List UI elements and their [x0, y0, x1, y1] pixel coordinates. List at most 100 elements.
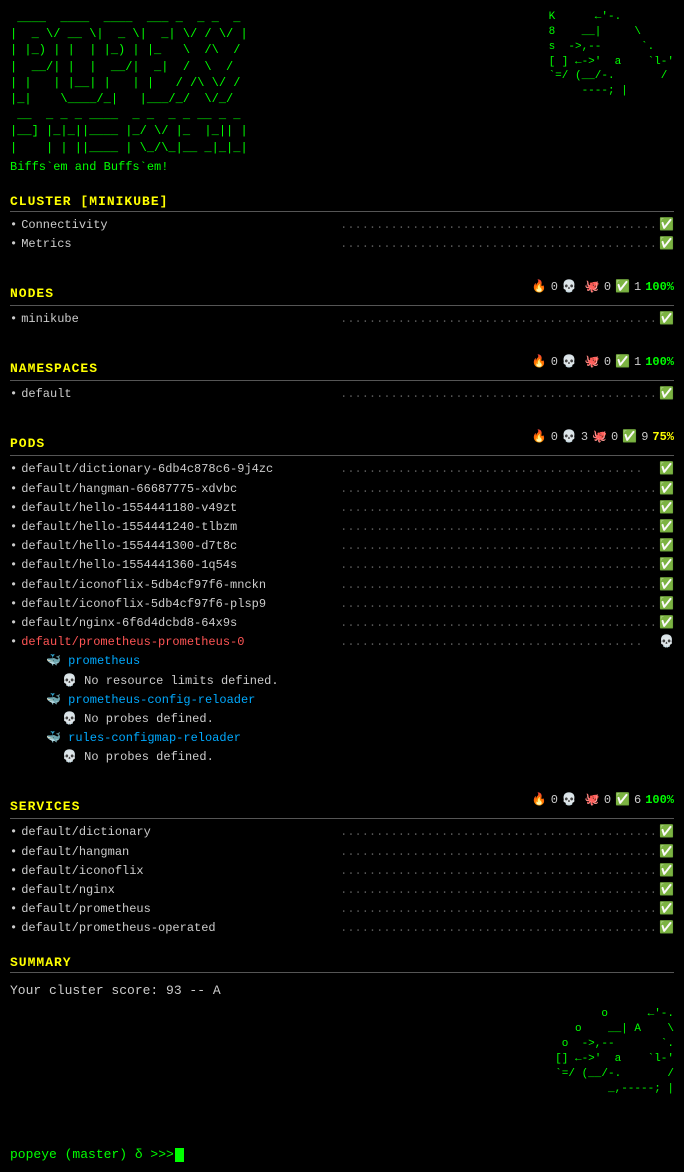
fire-icon: 🔥	[532, 279, 547, 294]
item-name: default/prometheus-operated	[21, 919, 340, 938]
dots: ........................................…	[340, 576, 659, 595]
bullet-icon: •	[10, 310, 17, 329]
pods-header-row: PODS 🔥 0 💀 3 🐙 0 ✅ 9 75%	[10, 420, 674, 453]
services-badges: 🔥 0 💀 🐙 0 ✅ 6 100%	[532, 792, 674, 807]
header: ____ ____ ____ ___ _ _ _ _ | _ \/ __ \| …	[10, 10, 674, 174]
tagline: Biffs`em and Buffs`em!	[10, 160, 248, 174]
item-name: Connectivity	[21, 216, 340, 235]
list-item: • default/dictionary-6db4c878c6-9j4zc ..…	[10, 460, 674, 479]
warn-icon: 💀	[62, 750, 77, 764]
pct-label: 100%	[645, 355, 674, 369]
dots: ........................................…	[340, 595, 659, 614]
dots: ........................................…	[340, 310, 659, 329]
list-item: • default/hangman-66687775-xdvbc .......…	[10, 480, 674, 499]
bullet-icon: •	[10, 518, 17, 537]
skull-icon: 💀	[562, 792, 577, 807]
list-item: • default/dictionary ...................…	[10, 823, 674, 842]
ok-icon: ✅	[622, 429, 637, 444]
bullet-icon: •	[10, 823, 17, 842]
nodes-header: NODES	[10, 286, 54, 301]
dots: ........................................…	[340, 537, 659, 556]
dots: ........................................…	[340, 235, 659, 254]
namespaces-divider	[10, 380, 674, 381]
item-name: Metrics	[21, 235, 340, 254]
skull-icon: 💀	[562, 429, 577, 444]
item-name: default/dictionary	[21, 823, 340, 842]
dots: ........................................…	[340, 823, 659, 842]
pct-label: 100%	[645, 280, 674, 294]
dots: ........................................…	[340, 862, 659, 881]
summary-bottom: Your cluster score: 93 -- A o ←'-. o __|…	[10, 977, 674, 1128]
pods-badges: 🔥 0 💀 3 🐙 0 ✅ 9 75%	[532, 429, 674, 444]
list-item: • default/prometheus-operated ..........…	[10, 919, 674, 938]
bullet-icon: •	[10, 537, 17, 556]
ghost-icon: 🐙	[585, 354, 600, 369]
pod-sub-item: 🐳 rules-configmap-reloader	[10, 729, 674, 748]
fire-count: 0	[551, 355, 558, 369]
item-name: default/iconoflix-5db4cf97f6-plsp9	[21, 595, 340, 614]
list-item: • default/nginx ........................…	[10, 881, 674, 900]
status-icon: ✅	[659, 310, 674, 329]
warn-icon: 💀	[62, 712, 77, 726]
item-name: minikube	[21, 310, 340, 329]
pod-warning: 💀 No resource limits defined.	[10, 672, 674, 691]
ghost-count: 0	[604, 793, 611, 807]
bullet-icon: •	[10, 216, 17, 235]
bullet-icon: •	[10, 900, 17, 919]
status-icon: ✅	[659, 460, 674, 479]
dots: ........................................…	[340, 480, 659, 499]
list-item: • default/hello-1554441300-d7t8c .......…	[10, 537, 674, 556]
list-item: • Connectivity .........................…	[10, 216, 674, 235]
fire-count: 0	[551, 430, 558, 444]
bullet-icon: •	[10, 480, 17, 499]
status-icon: ✅	[659, 235, 674, 254]
status-icon: ✅	[659, 862, 674, 881]
status-icon: ✅	[659, 556, 674, 575]
nodes-header-row: NODES 🔥 0 💀 🐙 0 ✅ 1 100%	[10, 270, 674, 303]
ok-count: 1	[634, 355, 641, 369]
summary-header: SUMMARY	[10, 955, 674, 970]
item-name: default/nginx-6f6d4dcbd8-64x9s	[21, 614, 340, 633]
status-icon: ✅	[659, 595, 674, 614]
ghost-count: 0	[611, 430, 618, 444]
bullet-icon: •	[10, 614, 17, 633]
dots: ........................................…	[340, 614, 659, 633]
status-icon: ✅	[659, 900, 674, 919]
ok-count: 9	[641, 430, 648, 444]
dots: ........................................…	[340, 518, 659, 537]
bullet-icon: •	[10, 633, 17, 652]
list-item: • default/hello-1554441180-v49zt .......…	[10, 499, 674, 518]
list-item: • default/nginx-6f6d4dcbd8-64x9s .......…	[10, 614, 674, 633]
bullet-icon: •	[10, 576, 17, 595]
dots: ........................................…	[340, 919, 659, 938]
list-item: • default/hangman ......................…	[10, 843, 674, 862]
status-icon: ✅	[659, 919, 674, 938]
item-name: default/nginx	[21, 881, 340, 900]
ok-icon: ✅	[615, 354, 630, 369]
prompt-text: popeye (master) δ >>>	[10, 1147, 174, 1162]
summary-score: Your cluster score: 93 -- A	[10, 983, 221, 998]
nodes-badges: 🔥 0 💀 🐙 0 ✅ 1 100%	[532, 279, 674, 294]
ghost-count: 0	[604, 280, 611, 294]
skull-icon: 💀	[562, 279, 577, 294]
ghost-icon: 🐙	[585, 279, 600, 294]
list-item: • default/iconoflix-5db4cf97f6-plsp9 ...…	[10, 595, 674, 614]
bullet-icon: •	[10, 595, 17, 614]
list-item: • minikube .............................…	[10, 310, 674, 329]
bullet-icon: •	[10, 460, 17, 479]
dots: ........................................…	[340, 843, 659, 862]
services-header-row: SERVICES 🔥 0 💀 🐙 0 ✅ 6 100%	[10, 783, 674, 816]
namespaces-header-row: NAMESPACES 🔥 0 💀 🐙 0 ✅ 1 100%	[10, 345, 674, 378]
cluster-section: CLUSTER [MINIKUBE] • Connectivity ......…	[10, 194, 674, 254]
summary-ascii-art: o ←'-. o __| A \ o ->,-- `. [] ←->' a `l…	[509, 977, 674, 1128]
item-name: default/hello-1554441300-d7t8c	[21, 537, 340, 556]
namespaces-section: NAMESPACES 🔥 0 💀 🐙 0 ✅ 1 100% • default …	[10, 345, 674, 404]
status-icon: ✅	[659, 537, 674, 556]
bullet-icon: •	[10, 385, 17, 404]
pods-section: PODS 🔥 0 💀 3 🐙 0 ✅ 9 75% • default/dicti…	[10, 420, 674, 767]
fire-count: 0	[551, 280, 558, 294]
item-name: default/dictionary-6db4c878c6-9j4zc	[21, 460, 340, 479]
item-name: default/iconoflix	[21, 862, 340, 881]
services-header: SERVICES	[10, 799, 80, 814]
pod-warning: 💀 No probes defined.	[10, 748, 674, 767]
